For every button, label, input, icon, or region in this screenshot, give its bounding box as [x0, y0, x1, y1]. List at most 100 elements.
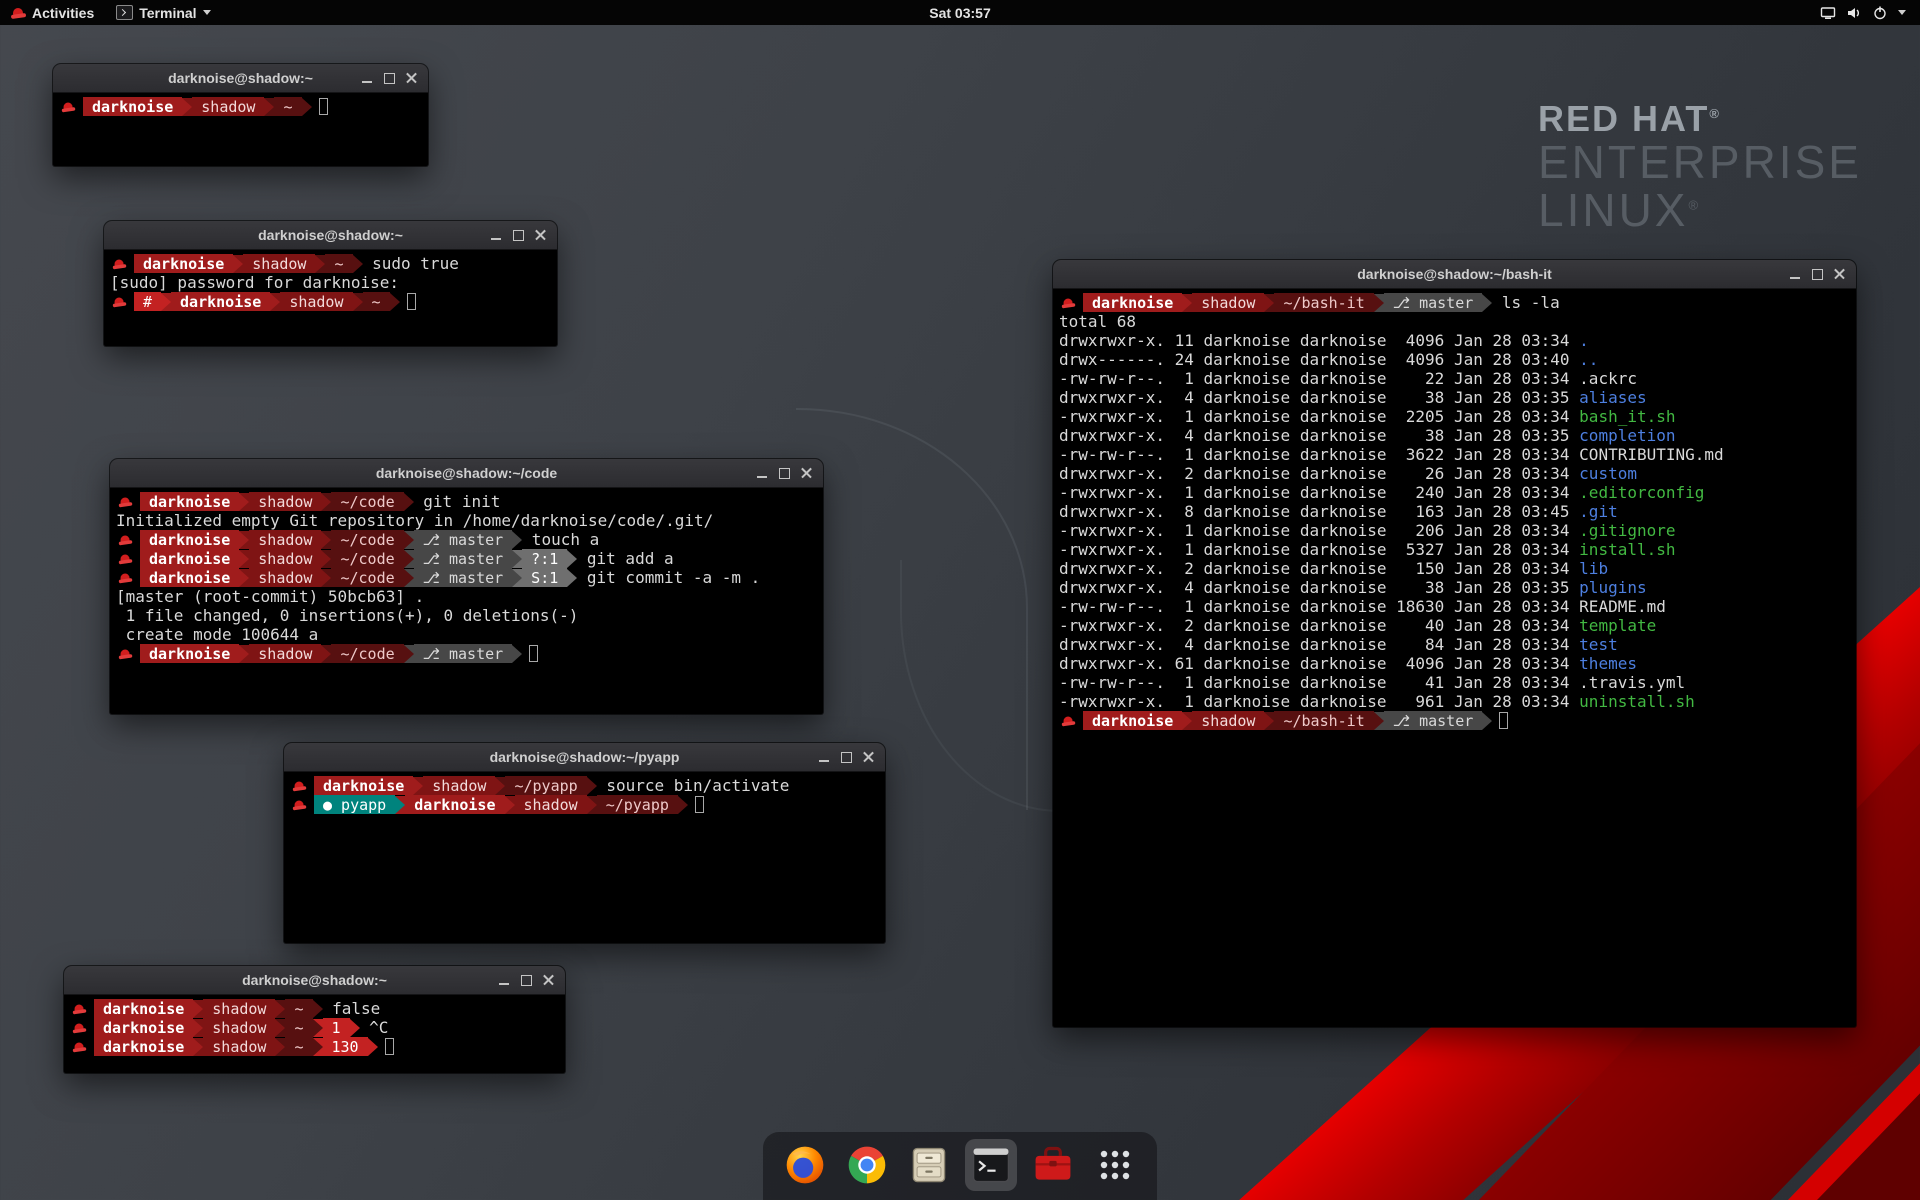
- terminal-text: drwx------. 24 darknoise darknoise 4096 …: [1059, 350, 1579, 369]
- window-bash-it[interactable]: darknoise@shadow:~/bash-itdarknoiseshado…: [1053, 260, 1856, 1027]
- prompt-segment-user: darknoise: [83, 97, 182, 116]
- chrome-dock-icon[interactable]: [841, 1139, 893, 1191]
- prompt-segment-branch: ⎇ master: [414, 644, 513, 663]
- terminal-text: CONTRIBUTING.md: [1579, 445, 1724, 464]
- file-manager-dock-icon[interactable]: [903, 1139, 955, 1191]
- terminal-dock-icon[interactable]: [965, 1139, 1017, 1191]
- terminal-text: .travis.yml: [1579, 673, 1685, 692]
- clock-button[interactable]: Sat 03:57: [918, 0, 1001, 25]
- minimize-button[interactable]: [356, 67, 378, 89]
- prompt-segment-branch: ⎇ master: [414, 568, 513, 587]
- redhat-prompt-icon: [119, 534, 133, 545]
- terminal-line: drwxrwxr-x. 2 darknoise darknoise 26 Jan…: [1059, 464, 1850, 483]
- window-home-c[interactable]: darknoise@shadow:~darknoiseshadow~ false…: [64, 966, 565, 1073]
- minimize-button[interactable]: [493, 969, 515, 991]
- firefox-dock-icon[interactable]: [779, 1139, 831, 1191]
- terminal-text: template: [1579, 616, 1656, 635]
- prompt-segment-path: ~: [285, 1037, 312, 1056]
- prompt-segment-host: shadow: [423, 776, 495, 795]
- titlebar[interactable]: darknoise@shadow:~/bash-it: [1053, 260, 1856, 289]
- maximize-button[interactable]: [378, 67, 400, 89]
- powerline-separator: [1264, 294, 1274, 312]
- prompt-segment-path: ~/pyapp: [505, 776, 586, 795]
- toolbox-dock-icon[interactable]: [1027, 1139, 1079, 1191]
- prompt-segment-host: shadow: [1192, 293, 1264, 312]
- terminal-content[interactable]: darknoiseshadow~ falsedarknoiseshadow~1 …: [64, 995, 565, 1073]
- terminal-text: -rwxrwxr-x. 1 darknoise darknoise 240 Ja…: [1059, 483, 1579, 502]
- terminal-text: .git: [1579, 502, 1618, 521]
- close-button[interactable]: [1828, 263, 1850, 285]
- minimize-button[interactable]: [485, 224, 507, 246]
- prompt-segment-host: shadow: [243, 254, 315, 273]
- powerline-separator: [313, 1019, 323, 1037]
- minimize-button[interactable]: [813, 746, 835, 768]
- powerline-separator: [193, 1038, 203, 1056]
- window-title: darknoise@shadow:~: [168, 70, 313, 86]
- clock-label: Sat 03:57: [929, 5, 990, 21]
- terminal-text: drwxrwxr-x. 2 darknoise darknoise 26 Jan…: [1059, 464, 1579, 483]
- powerline-separator: [239, 550, 249, 568]
- window-controls: [485, 221, 551, 249]
- powerline-separator: [1482, 294, 1492, 312]
- terminal-content[interactable]: darknoiseshadow~/pyapp source bin/activa…: [284, 772, 885, 943]
- window-controls: [493, 966, 559, 994]
- close-button[interactable]: [857, 746, 879, 768]
- prompt-segment-user: darknoise: [405, 795, 504, 814]
- window-title: darknoise@shadow:~: [258, 227, 403, 243]
- terminal-cursor: [1499, 712, 1508, 729]
- close-button[interactable]: [400, 67, 422, 89]
- prompt-segment-user: darknoise: [140, 492, 239, 511]
- window-home-b[interactable]: darknoise@shadow:~ darknoiseshadow~ sudo …: [104, 221, 557, 346]
- app-menu-button[interactable]: Terminal: [105, 0, 221, 25]
- show-applications-dock-icon[interactable]: [1089, 1139, 1141, 1191]
- terminal-content[interactable]: darknoiseshadow~ sudo true[sudo] passwor…: [104, 250, 557, 346]
- maximize-button[interactable]: [773, 462, 795, 484]
- terminal-line: drwx------. 24 darknoise darknoise 4096 …: [1059, 350, 1850, 369]
- powerline-separator: [1182, 712, 1192, 730]
- powerline-separator: [239, 493, 249, 511]
- activities-button[interactable]: Activities: [0, 0, 105, 25]
- titlebar[interactable]: darknoise@shadow:~/code: [110, 459, 823, 488]
- terminal-text: custom: [1579, 464, 1637, 483]
- redhat-prompt-icon: [113, 296, 127, 307]
- terminal-line: darknoiseshadow~130: [70, 1037, 559, 1056]
- window-home-a[interactable]: darknoise@shadow:~ darknoiseshadow~: [53, 64, 428, 166]
- powerline-separator: [512, 645, 522, 663]
- maximize-button[interactable]: [1806, 263, 1828, 285]
- titlebar[interactable]: darknoise@shadow:~: [104, 221, 557, 250]
- titlebar[interactable]: darknoise@shadow:~/pyapp: [284, 743, 885, 772]
- powerline-separator: [678, 796, 688, 814]
- terminal-line: drwxrwxr-x. 2 darknoise darknoise 150 Ja…: [1059, 559, 1850, 578]
- window-pyapp[interactable]: darknoise@shadow:~/pyappdarknoiseshadow~…: [284, 743, 885, 943]
- close-button[interactable]: [795, 462, 817, 484]
- minimize-button[interactable]: [1784, 263, 1806, 285]
- terminal-text: aliases: [1579, 388, 1646, 407]
- window-title: darknoise@shadow:~/bash-it: [1357, 266, 1552, 282]
- prompt-segment-path: ~/bash-it: [1274, 711, 1373, 730]
- terminal-line: [master (root-commit) 50bcb63] .: [116, 587, 817, 606]
- close-button[interactable]: [529, 224, 551, 246]
- powerline-separator: [239, 645, 249, 663]
- terminal-content[interactable]: darknoiseshadow~/code git initInitialize…: [110, 488, 823, 714]
- prompt-segment-path: ~: [285, 1018, 312, 1037]
- terminal-text: [sudo] password for darknoise:: [110, 273, 409, 292]
- maximize-button[interactable]: [507, 224, 529, 246]
- terminal-text: 1 file changed, 0 insertions(+), 0 delet…: [116, 606, 578, 625]
- terminal-content[interactable]: darknoiseshadow~: [53, 93, 428, 166]
- prompt-segment-host: shadow: [515, 795, 587, 814]
- system-menu-button[interactable]: [1809, 0, 1920, 25]
- terminal-line: darknoiseshadow~/code⎇ master?:1 git add…: [116, 549, 817, 568]
- close-button[interactable]: [537, 969, 559, 991]
- titlebar[interactable]: darknoise@shadow:~: [53, 64, 428, 93]
- minimize-button[interactable]: [751, 462, 773, 484]
- window-code[interactable]: darknoise@shadow:~/codedarknoiseshadow~/…: [110, 459, 823, 714]
- terminal-line: darknoiseshadow~/code⎇ masterS:1 git com…: [116, 568, 817, 587]
- terminal-text: -rw-rw-r--. 1 darknoise darknoise 41 Jan…: [1059, 673, 1579, 692]
- titlebar[interactable]: darknoise@shadow:~: [64, 966, 565, 995]
- terminal-line: -rwxrwxr-x. 1 darknoise darknoise 5327 J…: [1059, 540, 1850, 559]
- maximize-button[interactable]: [515, 969, 537, 991]
- maximize-button[interactable]: [835, 746, 857, 768]
- terminal-line: darknoiseshadow~: [59, 97, 422, 116]
- prompt-segment-host: shadow: [203, 999, 275, 1018]
- terminal-content[interactable]: darknoiseshadow~/bash-it⎇ master ls -lat…: [1053, 289, 1856, 1027]
